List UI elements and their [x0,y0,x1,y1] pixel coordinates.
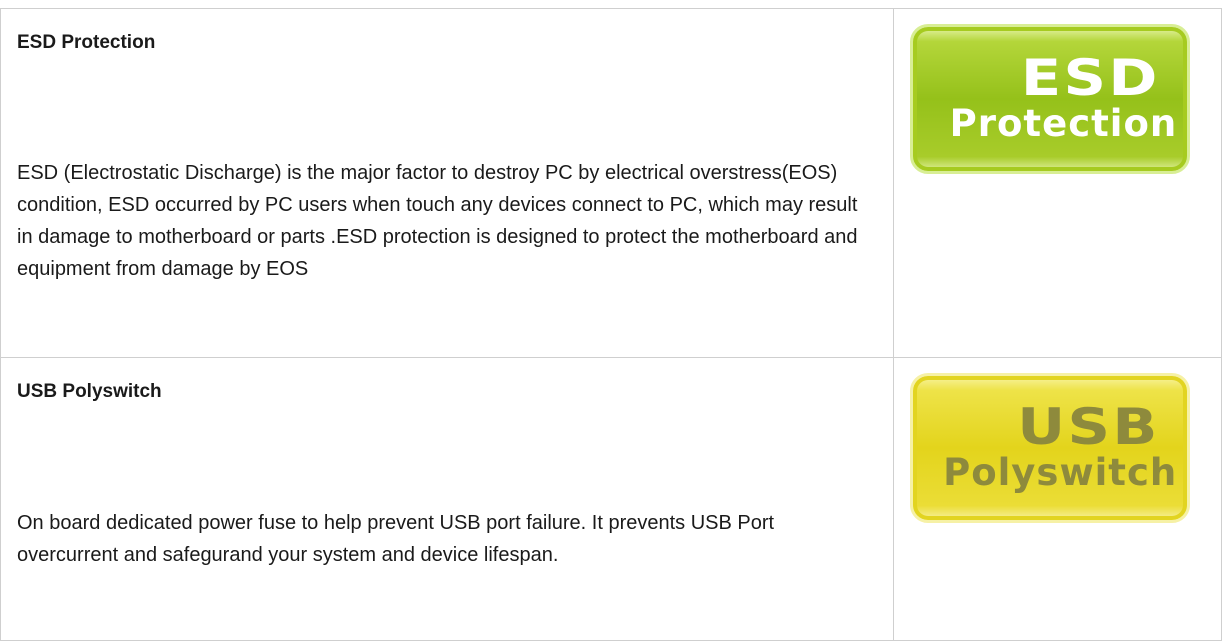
badge-line-1: USB [1016,398,1160,456]
badge-line-2: Polyswitch [943,451,1178,494]
feature-row-esd: ESD Protection ESD (Electrostatic Discha… [0,8,1222,358]
badge-line-2: Protection [949,102,1178,145]
feature-row-usb: USB Polyswitch On board dedicated power … [0,357,1222,641]
features-table: ESD Protection ESD (Electrostatic Discha… [0,8,1222,641]
feature-text-cell: ESD Protection ESD (Electrostatic Discha… [0,8,895,358]
feature-title: USB Polyswitch [17,381,162,402]
feature-badge-cell: ESD Protection [893,8,1222,358]
feature-title: ESD Protection [17,32,156,53]
feature-description: ESD (Electrostatic Discharge) is the maj… [17,162,858,280]
feature-description: On board dedicated power fuse to help pr… [17,512,775,566]
esd-protection-badge: ESD Protection [910,24,1191,174]
feature-text-cell: USB Polyswitch On board dedicated power … [0,357,895,641]
badge-line-1: ESD [1020,49,1160,107]
feature-badge-cell: USB Polyswitch [893,357,1222,641]
usb-polyswitch-badge: USB Polyswitch [910,373,1191,523]
